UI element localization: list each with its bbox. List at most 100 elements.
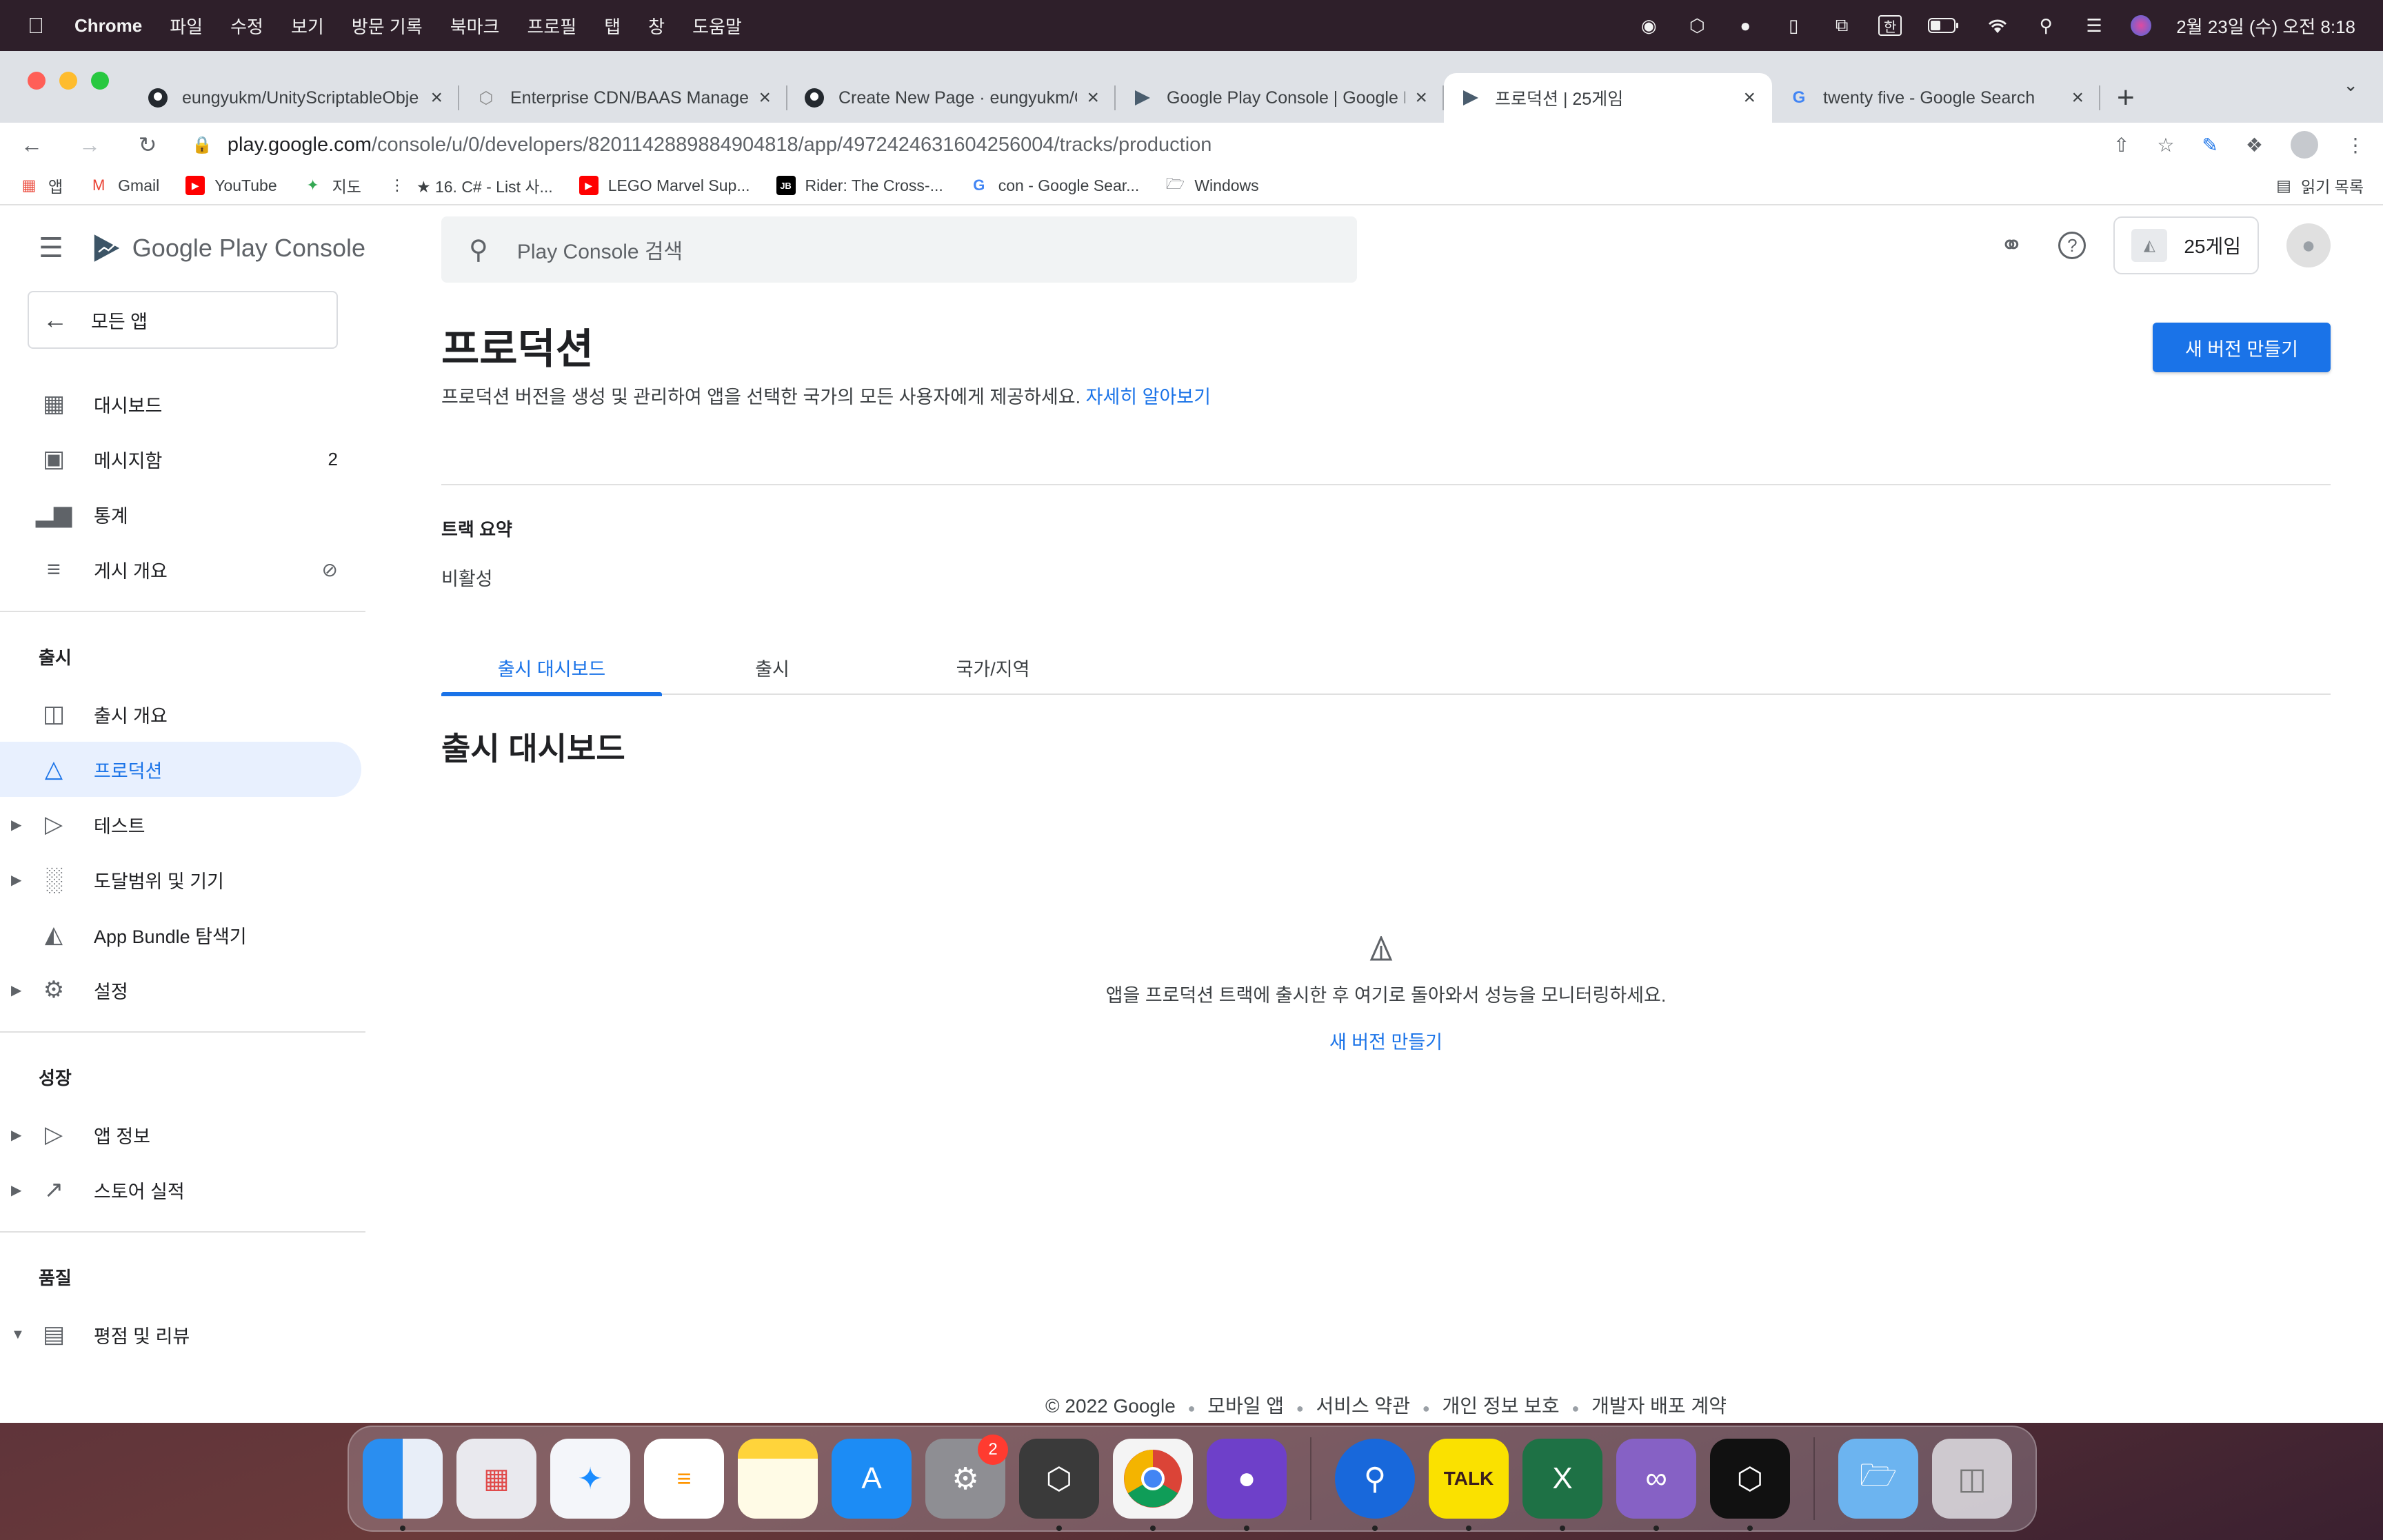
downloads-folder-icon[interactable]: 🗁 <box>1838 1439 1918 1519</box>
browser-tab[interactable]: Create New Page · eungyukm/C × <box>787 73 1116 123</box>
sidebar-item-publishing-overview[interactable]: ≡ 게시 개요 ⊘ <box>0 542 361 597</box>
chrome-icon[interactable] <box>1113 1439 1193 1531</box>
reload-button[interactable]: ↻ <box>134 132 161 158</box>
close-tab-icon[interactable]: × <box>1087 86 1099 110</box>
bookmark-lego-marvel[interactable]: ▶ LEGO Marvel Sup... <box>579 176 750 195</box>
input-source-icon[interactable]: 한 <box>1878 15 1902 36</box>
sidebar-item-inbox[interactable]: ▣ 메시지함 2 <box>0 432 361 487</box>
empty-create-release-link[interactable]: 새 버전 만들기 <box>441 1027 2331 1054</box>
menu-icon[interactable]: ☰ <box>39 232 63 264</box>
sidebar-item-testing[interactable]: ▶ ▷ 테스트 <box>0 797 361 852</box>
control-center-icon[interactable]: ☰ <box>2082 15 2106 36</box>
browser-tab[interactable]: Google Play Console | Google I × <box>1116 73 1444 123</box>
close-tab-icon[interactable]: × <box>430 86 443 110</box>
sidebar-item-statistics[interactable]: ▂▆ 통계 <box>0 487 361 542</box>
sidebar-item-production[interactable]: △ 프로덕션 <box>0 742 361 797</box>
bookmark-youtube[interactable]: ▶ YouTube <box>185 176 277 195</box>
sidebar-item-store-performance[interactable]: ▶ ↗ 스토어 실적 <box>0 1162 361 1217</box>
siri-icon[interactable] <box>2131 15 2152 36</box>
profile-avatar[interactable] <box>2291 131 2318 159</box>
browser-tab[interactable]: G twenty five - Google Search × <box>1772 73 2100 123</box>
close-window-button[interactable] <box>28 72 46 90</box>
menu-help[interactable]: 도움말 <box>692 13 742 39</box>
menu-history[interactable]: 방문 기록 <box>352 13 423 39</box>
close-tab-icon[interactable]: × <box>1415 86 1427 110</box>
bookmark-apps[interactable]: ▦ 앱 <box>19 174 63 197</box>
reminders-icon[interactable]: ≡ <box>644 1439 724 1519</box>
safari-icon[interactable]: ✦ <box>550 1439 630 1519</box>
menu-window[interactable]: 창 <box>648 13 665 39</box>
browser-tab[interactable]: eungyukm/UnityScriptableObje × <box>131 73 459 123</box>
sidebar-item-ratings-reviews[interactable]: ▼ ▤ 평점 및 리뷰 <box>0 1307 361 1362</box>
sidebar-item-setup[interactable]: ▶ ⚙ 설정 <box>0 962 361 1017</box>
bookmark-windows[interactable]: 🗁 Windows <box>1165 175 1259 195</box>
expand-arrow-icon[interactable]: ▶ <box>11 982 21 999</box>
menu-file[interactable]: 파일 <box>170 13 203 39</box>
menu-edit[interactable]: 수정 <box>230 13 263 39</box>
reading-list[interactable]: ▤ 읽기 목록 <box>2276 174 2364 197</box>
unity-hub-icon[interactable]: ⬡ <box>1019 1439 1099 1531</box>
finder-icon[interactable] <box>363 1439 443 1531</box>
footer-link-terms[interactable]: 서비스 약관 <box>1316 1395 1411 1417</box>
bookmark-con-search[interactable]: G con - Google Sear... <box>969 176 1139 195</box>
spotlight-icon[interactable]: ⚲ <box>2034 15 2058 36</box>
tab-countries-regions[interactable]: 국가/지역 <box>883 640 1103 695</box>
account-avatar[interactable]: ● <box>2286 223 2331 267</box>
menubar-clock[interactable]: 2월 23일 (수) 오전 8:18 <box>2176 13 2355 39</box>
help-icon[interactable]: ? <box>2058 232 2087 259</box>
excel-icon[interactable]: X <box>1522 1439 1602 1531</box>
zoom-window-button[interactable] <box>91 72 109 90</box>
bookmark-gmail[interactable]: M Gmail <box>89 176 159 195</box>
sidebar-item-store-presence[interactable]: ▶ ▷ 앱 정보 <box>0 1107 361 1162</box>
trash-icon[interactable]: ◫ <box>1932 1439 2012 1519</box>
expand-arrow-icon[interactable]: ▶ <box>11 816 21 833</box>
share-icon[interactable]: ⇧ <box>2113 134 2129 156</box>
unity-status-icon[interactable]: ⬡ <box>1685 15 1709 36</box>
menu-bookmarks[interactable]: 북마크 <box>450 13 500 39</box>
tab-releases[interactable]: 출시 <box>662 640 883 695</box>
close-tab-icon[interactable]: × <box>1743 86 1756 110</box>
battery-icon[interactable] <box>1927 15 1961 36</box>
expand-arrow-icon[interactable]: ▶ <box>11 1126 21 1144</box>
address-bar[interactable]: 🔒 play.google.com/console/u/0/developers… <box>192 127 2113 163</box>
system-preferences-icon[interactable]: ⚙ 2 <box>925 1435 1008 1519</box>
extensions-puzzle-icon[interactable]: ❖ <box>2246 134 2263 156</box>
bookmark-csharp-list[interactable]: ⋮ ★ 16. C# - List 사... <box>388 174 553 197</box>
notes-icon[interactable] <box>738 1439 818 1519</box>
learn-more-link[interactable]: 자세히 알아보기 <box>1086 387 1211 407</box>
menu-tab[interactable]: 탭 <box>604 13 621 39</box>
tab-search-icon[interactable]: ⌄ <box>2343 74 2358 96</box>
browser-tab-active[interactable]: 프로덕션 | 25게임 × <box>1444 73 1772 123</box>
github-desktop-icon[interactable]: ● <box>1207 1439 1287 1531</box>
chat-status-icon[interactable]: ● <box>1733 15 1757 36</box>
kakaotalk-icon[interactable]: TALK <box>1429 1439 1509 1531</box>
visual-studio-icon[interactable]: ∞ <box>1616 1439 1696 1531</box>
app-store-icon[interactable]: A <box>832 1439 912 1519</box>
menu-profiles[interactable]: 프로필 <box>527 13 576 39</box>
record-icon[interactable]: ◉ <box>1637 15 1660 36</box>
lock-icon[interactable]: 🔒 <box>192 135 212 155</box>
sidebar-item-app-bundle-explorer[interactable]: ◭ App Bundle 탐색기 <box>0 907 361 962</box>
product-name[interactable]: Google Play Console <box>132 234 365 263</box>
bookmark-rider[interactable]: JB Rider: The Cross-... <box>776 176 943 195</box>
apple-icon[interactable]:  <box>28 13 44 39</box>
wifi-icon[interactable] <box>1986 15 2009 36</box>
menu-app-name[interactable]: Chrome <box>74 15 142 37</box>
footer-link-mobile-app[interactable]: 모바일 앱 <box>1207 1395 1284 1417</box>
bookmark-star-icon[interactable]: ☆ <box>2157 134 2174 156</box>
sidebar-item-release-overview[interactable]: ◫ 출시 개요 <box>0 687 361 742</box>
link-icon[interactable]: ⚭ <box>1992 226 2031 265</box>
browser-tab[interactable]: ⬡ Enterprise CDN/BAAS Manager × <box>459 73 787 123</box>
unity-icon[interactable]: ⬡ <box>1710 1439 1790 1531</box>
collapse-arrow-icon[interactable]: ▼ <box>11 1327 25 1343</box>
back-button[interactable]: ← <box>18 132 46 158</box>
usb-status-icon[interactable]: ▯ <box>1782 15 1805 36</box>
minimize-window-button[interactable] <box>59 72 77 90</box>
close-tab-icon[interactable]: × <box>2071 86 2084 110</box>
console-search[interactable]: ⚲ Play Console 검색 <box>441 216 1357 283</box>
sourcetree-icon[interactable]: ⚲ <box>1335 1439 1415 1531</box>
tab-release-dashboard[interactable]: 출시 대시보드 <box>441 640 662 696</box>
menu-view[interactable]: 보기 <box>291 13 324 39</box>
forward-button[interactable]: → <box>76 132 103 158</box>
expand-arrow-icon[interactable]: ▶ <box>11 871 21 889</box>
